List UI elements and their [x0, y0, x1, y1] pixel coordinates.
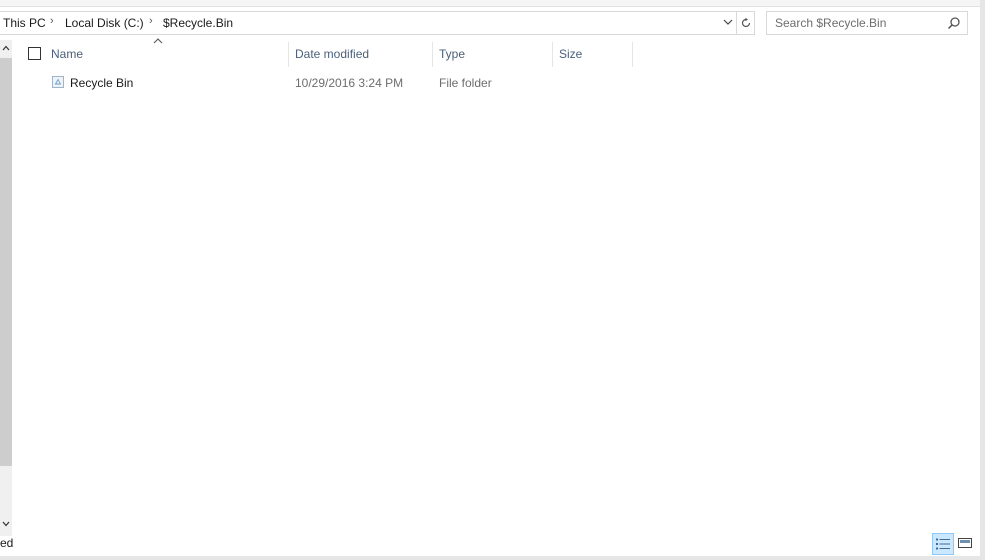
scroll-down-button[interactable] — [0, 516, 12, 532]
select-all-checkbox[interactable] — [28, 47, 41, 60]
column-divider[interactable] — [432, 42, 433, 67]
column-header-type[interactable]: Type — [439, 43, 465, 65]
chevron-up-icon — [2, 45, 10, 51]
details-view-button[interactable] — [932, 533, 954, 555]
breadcrumb-separator-icon[interactable]: › — [149, 15, 153, 27]
file-name[interactable]: Recycle Bin — [70, 76, 133, 90]
breadcrumb-local-disk[interactable]: Local Disk (C:) — [65, 16, 144, 30]
details-view-icon — [936, 538, 950, 550]
breadcrumb-recycle-bin[interactable]: $Recycle.Bin — [163, 16, 233, 30]
refresh-button[interactable] — [737, 11, 755, 35]
column-divider[interactable] — [552, 42, 553, 67]
ribbon-edge — [0, 0, 980, 7]
large-icons-view-button[interactable] — [956, 533, 974, 553]
address-bar[interactable]: This PC › Local Disk (C:) › $Recycle.Bin — [0, 11, 737, 35]
column-divider[interactable] — [632, 42, 633, 67]
sort-ascending-icon — [153, 38, 163, 44]
address-history-button[interactable] — [720, 11, 736, 33]
navigation-pane-scrollbar-thumb[interactable] — [0, 58, 12, 466]
search-box[interactable] — [766, 11, 968, 35]
status-bar-text: ed — [0, 536, 14, 550]
scroll-up-button[interactable] — [0, 40, 12, 56]
file-row[interactable]: Recycle Bin 10/29/2016 3:24 PM File fold… — [16, 72, 636, 93]
breadcrumb-this-pc[interactable]: This PC — [3, 16, 46, 30]
column-header-size[interactable]: Size — [559, 43, 582, 65]
search-icon[interactable] — [947, 16, 961, 30]
column-header-name[interactable]: Name — [51, 43, 83, 65]
refresh-icon — [741, 17, 750, 28]
chevron-down-icon — [723, 19, 733, 25]
large-icons-view-icon — [958, 538, 972, 548]
search-input[interactable] — [775, 15, 935, 31]
column-header-date-modified[interactable]: Date modified — [295, 43, 369, 65]
file-type: File folder — [439, 76, 492, 90]
column-divider[interactable] — [288, 42, 289, 67]
breadcrumb-separator-icon[interactable]: › — [50, 15, 54, 27]
file-date-modified: 10/29/2016 3:24 PM — [295, 76, 404, 90]
window-border — [980, 0, 985, 560]
recycle-bin-folder-icon — [52, 76, 64, 88]
window-border — [0, 556, 985, 560]
chevron-down-icon — [2, 521, 10, 527]
